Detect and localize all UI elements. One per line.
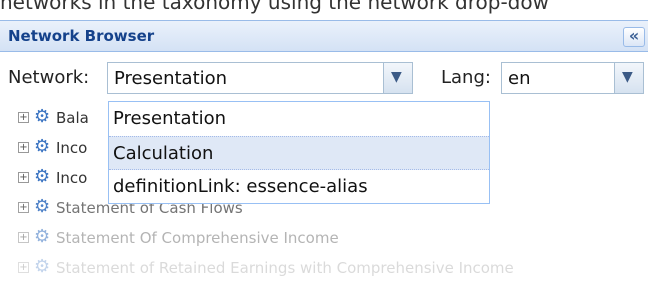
gear-icon: ⚙ xyxy=(34,226,51,247)
network-dropdown-trigger[interactable]: ▼ xyxy=(383,63,412,93)
expand-icon[interactable]: + xyxy=(18,112,29,123)
gear-icon: ⚙ xyxy=(34,256,51,277)
lang-select-value: en xyxy=(508,68,531,89)
panel-header: Network Browser « xyxy=(0,21,648,52)
dropdown-option[interactable]: definitionLink: essence-alias xyxy=(109,170,489,204)
expand-icon[interactable]: + xyxy=(18,142,29,153)
network-select[interactable]: Presentation ▼ xyxy=(107,62,413,94)
gear-icon: ⚙ xyxy=(34,196,51,217)
panel-title: Network Browser xyxy=(8,27,155,45)
expand-icon[interactable]: + xyxy=(18,262,29,273)
toolbar: Network: Presentation ▼ Lang: en ▼ xyxy=(0,53,648,101)
dropdown-option[interactable]: Calculation xyxy=(109,136,489,170)
expand-icon[interactable]: + xyxy=(18,172,29,183)
gear-icon: ⚙ xyxy=(34,166,51,187)
gear-icon: ⚙ xyxy=(34,136,51,157)
dropdown-option-label: definitionLink: essence-alias xyxy=(113,176,368,197)
chevron-down-icon: ▼ xyxy=(391,69,402,85)
network-select-value: Presentation xyxy=(114,68,228,89)
dropdown-option-label: Calculation xyxy=(113,143,214,164)
tree-node-label: Inco xyxy=(56,169,88,187)
tree-node-label: Statement of Retained Earnings with Comp… xyxy=(56,259,514,277)
tree-node-label: Inco xyxy=(56,139,88,157)
lang-select[interactable]: en ▼ xyxy=(501,62,644,94)
lang-label: Lang: xyxy=(441,67,491,88)
expand-icon[interactable]: + xyxy=(18,232,29,243)
collapse-icon[interactable]: « xyxy=(623,27,645,47)
lang-dropdown-trigger[interactable]: ▼ xyxy=(614,63,643,93)
background-caption: networks in the taxonomy using the netwo… xyxy=(0,0,549,14)
tree-node-label: Bala xyxy=(56,109,89,127)
dropdown-option[interactable]: Presentation xyxy=(109,102,489,136)
expand-icon[interactable]: + xyxy=(18,202,29,213)
tree-node-label: Statement Of Comprehensive Income xyxy=(56,229,339,247)
dropdown-option-label: Presentation xyxy=(113,108,227,129)
chevron-down-icon: ▼ xyxy=(622,69,633,85)
network-dropdown-list: Presentation Calculation definitionLink:… xyxy=(108,101,490,204)
gear-icon: ⚙ xyxy=(34,106,51,127)
network-label: Network: xyxy=(8,67,90,88)
